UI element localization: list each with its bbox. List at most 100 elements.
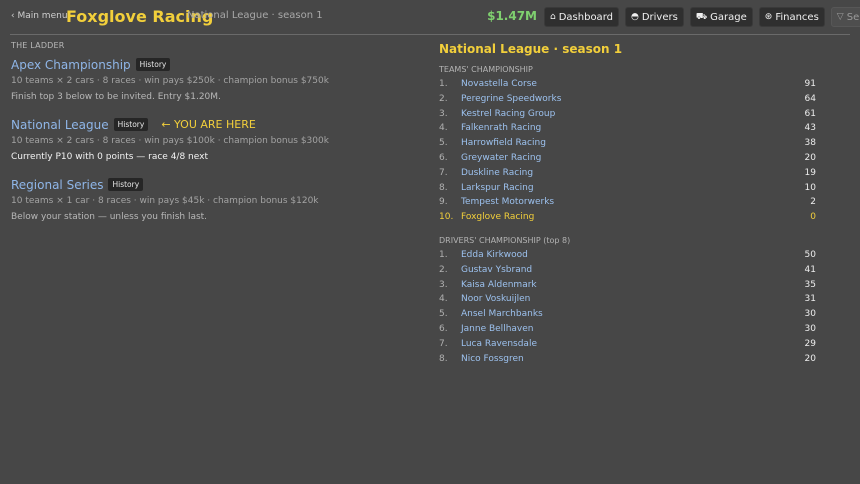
row-position: 10. — [439, 212, 454, 223]
standings-panel: National League · season 1 TEAMS' CHAMPI… — [439, 42, 817, 366]
table-row: 4. Falkenrath Racing 43 — [439, 121, 817, 136]
driver-link[interactable]: Gustav Ysbrand — [461, 265, 532, 275]
row-points: 50 — [804, 249, 816, 260]
coin-icon: ⊛ — [764, 11, 773, 22]
team-link[interactable]: Greywater Racing — [461, 153, 541, 163]
row-points: 20 — [804, 152, 816, 163]
table-row: 5. Ansel Marchbanks 30 — [439, 307, 817, 322]
dashboard-label: Dashboard — [558, 11, 613, 23]
row-position: 2. — [439, 264, 448, 275]
row-points: 64 — [804, 93, 816, 104]
table-row: 2. Gustav Ysbrand 41 — [439, 263, 817, 278]
team-link[interactable]: Harrowfield Racing — [461, 138, 546, 148]
table-row: 2. Peregrine Speedworks 64 — [439, 92, 817, 107]
teams-table: 1. Novastella Corse 91 2. Peregrine Speedwo… — [439, 77, 817, 225]
row-position: 1. — [439, 249, 448, 260]
league-name-apex[interactable]: Apex Championship — [11, 58, 131, 72]
history-button-regional[interactable]: History — [108, 178, 144, 191]
team-link[interactable]: Kestrel Racing Group — [461, 109, 555, 119]
drivers-championship-title: DRIVERS' CHAMPIONSHIP (top 8) — [439, 235, 571, 245]
team-link[interactable]: Novastella Corse — [461, 79, 537, 89]
driver-link[interactable]: Edda Kirkwood — [461, 250, 528, 260]
table-row: 6. Janne Bellhaven 30 — [439, 322, 817, 337]
money-balance: $1.47M — [487, 9, 537, 23]
league-note-regional: Below your station — unless you finish l… — [11, 212, 208, 222]
season-label: National League · season 1 — [187, 10, 323, 21]
row-points: 0 — [810, 212, 816, 223]
row-points: 43 — [804, 123, 816, 134]
finances-button[interactable]: ⊛ Finances — [758, 7, 825, 27]
row-position: 8. — [439, 353, 448, 364]
table-row: 8. Nico Fossgren 20 — [439, 352, 817, 367]
driver-link[interactable]: Janne Bellhaven — [461, 324, 533, 334]
league-name-national[interactable]: National League — [11, 118, 109, 132]
league-name-regional[interactable]: Regional Series — [11, 178, 103, 192]
row-points: 38 — [804, 138, 816, 149]
history-button-national[interactable]: History — [113, 118, 149, 131]
table-row: 7. Duskline Racing 19 — [439, 166, 817, 181]
you-are-here-marker: ← YOU ARE HERE — [161, 118, 256, 131]
table-row: 1. Edda Kirkwood 50 — [439, 248, 817, 263]
team-link[interactable]: Duskline Racing — [461, 168, 533, 178]
league-apex: Apex Championship History 10 teams × 2 c… — [11, 56, 411, 103]
team-link[interactable]: Larkspur Racing — [461, 183, 534, 193]
row-position: 3. — [439, 108, 448, 119]
driver-link[interactable]: Noor Voskuijlen — [461, 294, 530, 304]
team-link[interactable]: Tempest Motorwerks — [461, 197, 554, 207]
teams-championship-title: TEAMS' CHAMPIONSHIP — [439, 65, 533, 74]
row-points: 2 — [810, 197, 816, 208]
row-position: 4. — [439, 123, 448, 134]
table-row: 5. Harrowfield Racing 38 — [439, 136, 817, 151]
driver-link[interactable]: Kaisa Aldenmark — [461, 280, 537, 290]
row-points: 20 — [804, 353, 816, 364]
row-points: 19 — [804, 167, 816, 178]
helmet-icon: ◓ — [630, 11, 639, 22]
driver-link[interactable]: Ansel Marchbanks — [461, 309, 543, 319]
row-points: 91 — [804, 79, 816, 89]
row-position: 7. — [439, 338, 448, 349]
team-link[interactable]: Foxglove Racing — [461, 212, 534, 222]
row-position: 8. — [439, 182, 448, 193]
drivers-button[interactable]: ◓ Drivers — [624, 7, 684, 27]
garage-button[interactable]: ⛟ Garage — [689, 7, 753, 27]
team-link[interactable]: Falkenrath Racing — [461, 123, 541, 133]
league-regional: Regional Series History 10 teams × 1 car… — [11, 176, 411, 223]
league-info-national: 10 teams × 2 cars · 8 races · win pays $… — [11, 136, 329, 146]
header: ‹ Main menu Foxglove Racing National Lea… — [0, 0, 860, 34]
top-nav: ⌂ Dashboard ◓ Drivers ⛟ Garage ⊛ Finance… — [544, 7, 860, 27]
row-position: 5. — [439, 138, 448, 149]
driver-link[interactable]: Nico Fossgren — [461, 354, 524, 364]
table-row: 4. Noor Voskuijlen 31 — [439, 292, 817, 307]
table-row: 3. Kaisa Aldenmark 35 — [439, 278, 817, 293]
row-position: 5. — [439, 309, 448, 320]
team-link[interactable]: Peregrine Speedworks — [461, 94, 561, 104]
standings-title: National League · season 1 — [439, 42, 623, 56]
table-row: 3. Kestrel Racing Group 61 — [439, 107, 817, 122]
series-button[interactable]: ▽ Series — [830, 7, 860, 27]
row-position: 7. — [439, 167, 448, 178]
league-national: National League History ← YOU ARE HERE 1… — [11, 116, 411, 163]
car-icon: ⛟ — [695, 11, 708, 22]
ladder-panel: THE LADDER Apex Championship History 10 … — [11, 41, 411, 222]
header-divider — [10, 34, 850, 35]
main-menu-link[interactable]: ‹ Main menu — [11, 11, 68, 21]
table-row-own-team: 10. Foxglove Racing 0 — [439, 210, 817, 225]
row-position: 1. — [439, 79, 448, 89]
driver-link[interactable]: Luca Ravensdale — [461, 339, 537, 349]
league-info-apex: 10 teams × 2 cars · 8 races · win pays $… — [11, 76, 329, 86]
row-position: 3. — [439, 279, 448, 290]
row-position: 9. — [439, 197, 448, 208]
row-points: 29 — [804, 338, 816, 349]
row-points: 31 — [804, 294, 816, 305]
league-note-apex: Finish top 3 below to be invited. Entry … — [11, 92, 221, 102]
dashboard-button[interactable]: ⌂ Dashboard — [544, 7, 619, 27]
row-points: 35 — [804, 279, 816, 290]
history-button-apex[interactable]: History — [135, 58, 171, 71]
table-row: 8. Larkspur Racing 10 — [439, 181, 817, 196]
row-points: 61 — [804, 108, 816, 119]
finances-label: Finances — [775, 11, 819, 23]
table-row: 7. Luca Ravensdale 29 — [439, 337, 817, 352]
league-info-regional: 10 teams × 1 car · 8 races · win pays $4… — [11, 196, 319, 206]
garage-label: Garage — [710, 11, 747, 23]
drivers-table: 1. Edda Kirkwood 50 2. Gustav Ysbrand 41 3. K… — [439, 248, 817, 366]
